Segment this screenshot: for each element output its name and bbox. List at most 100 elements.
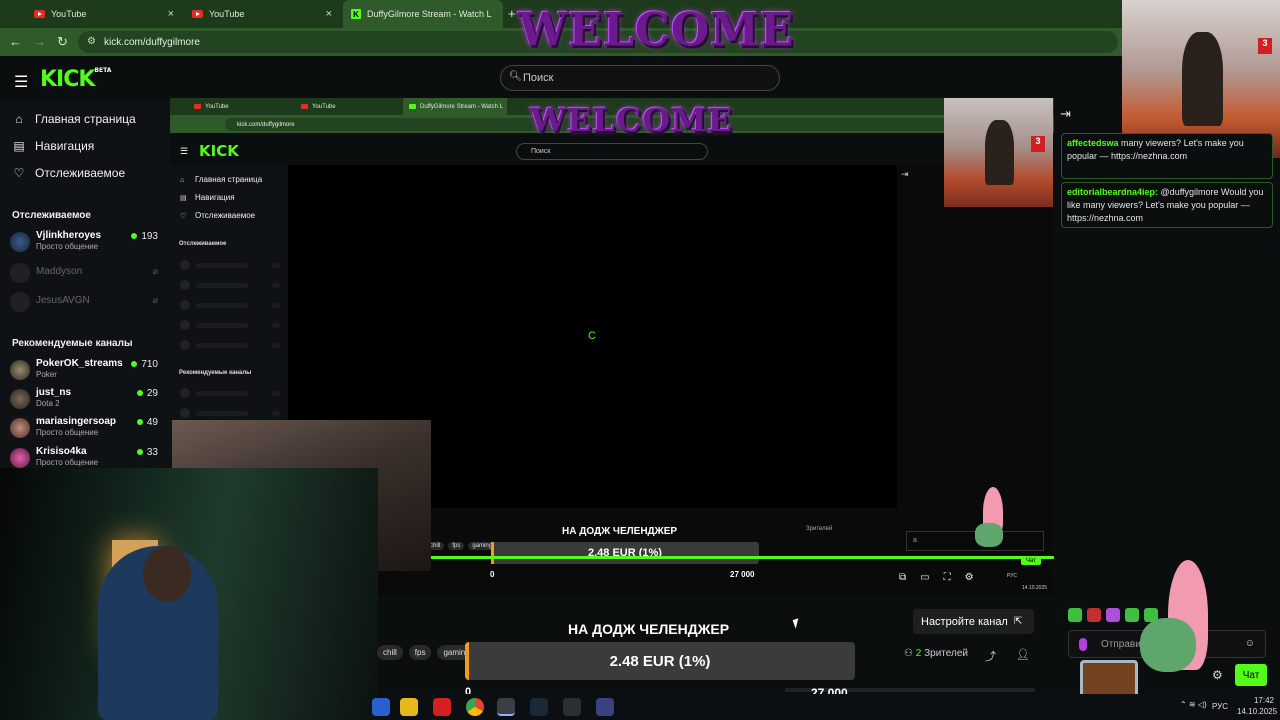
sidebar-item-browse[interactable]: ▤ Навигация (12, 139, 94, 153)
person-figure (985, 119, 1014, 186)
chrome-icon[interactable] (466, 698, 484, 716)
search-placeholder: Поиск (523, 72, 554, 84)
avatar (10, 232, 30, 252)
viewer-count: ⚇ 2 Зрителей (904, 648, 968, 659)
sidebar-item-following[interactable]: ♡ Отслеживаемое (12, 166, 126, 180)
channel-maddyson[interactable]: Maddyson ⌀ (10, 261, 162, 287)
inner-nav-label: Навигация (195, 193, 235, 202)
setup-channel-label: Настройте канал (921, 615, 1008, 628)
compass-icon: ▤ (13, 139, 25, 153)
close-tab-icon[interactable]: × (326, 8, 332, 20)
avatar (10, 448, 30, 468)
new-tab-button[interactable]: + (508, 6, 516, 21)
price-sign: 3 (1031, 136, 1045, 152)
inner-nav-label: Отслеживаемое (195, 211, 256, 220)
inner-tab: DuffyGilmore Stream - Watch L (403, 98, 507, 115)
inner-recommended-heading: Рекомендуемые каналы (179, 370, 252, 376)
tag-chill[interactable]: chill (377, 645, 403, 660)
system-clock[interactable]: 17:42 14.10.2025 (1237, 695, 1278, 717)
reload-button[interactable]: ↻ (57, 34, 68, 50)
channel-vjlinkheroyes[interactable]: Vjlinkheroyes Просто общение 193 (10, 230, 162, 256)
keyboard-language[interactable]: РУС (1212, 702, 1228, 711)
chat-username[interactable]: affectedswa (1067, 138, 1119, 148)
taskbar-app-icon[interactable] (433, 698, 451, 716)
theater-icon[interactable]: ▭ (920, 572, 929, 583)
sidebar-item-label: Главная страница (35, 112, 136, 126)
channel-mariasingersoap[interactable]: mariasingersoap Просто общение 49 (10, 416, 162, 442)
close-tab-icon[interactable]: × (168, 8, 174, 20)
channel-jesusavgn[interactable]: JesusAVGN ⌀ (10, 290, 162, 316)
inner-goal-min: 0 (490, 570, 495, 579)
sidebar-item-home[interactable]: ⌂ Главная страница (12, 112, 136, 126)
streamer-head (143, 546, 191, 602)
inner-viewers: Зрителей (806, 526, 833, 532)
tab-youtube-2[interactable]: YouTube × (184, 0, 340, 28)
steam-icon[interactable] (530, 698, 548, 716)
chat-username[interactable]: editorialbeardna4iep: (1067, 187, 1158, 197)
tray-chevron-icon[interactable]: ⌃ ≋ ◁) (1180, 700, 1207, 709)
youtube-icon (192, 10, 203, 18)
loading-spinner: C (588, 330, 596, 342)
forward-button[interactable]: → (33, 34, 46, 49)
home-icon: ⌂ (180, 177, 185, 184)
channel-pokerok-streams[interactable]: PokerOK_streams Poker 710 (10, 358, 162, 384)
youtube-icon (194, 104, 201, 109)
back-button[interactable]: ← (9, 34, 22, 49)
settings-icon[interactable]: ⚙ (965, 572, 974, 583)
tab-label: YouTube (51, 9, 87, 19)
sticker-fish (1140, 618, 1196, 672)
menu-icon[interactable]: ☰ (14, 72, 28, 92)
search-icon: 🔍︎ (509, 71, 522, 82)
inner-goal-max: 27 000 (730, 570, 755, 579)
inner-search: Поиск (516, 143, 708, 160)
taskbar-app-icon[interactable] (372, 698, 390, 716)
player-controls: ⧉ ▭ ⛶ ⚙ (899, 572, 974, 583)
inner-nav-item: ⌂ Главная страница (180, 175, 262, 184)
viewers-label: Зрителей (924, 648, 968, 659)
channel-name: Krisiso4ka (36, 446, 87, 457)
viewer-count: 710 (131, 359, 158, 370)
tag-fps[interactable]: fps (408, 645, 432, 660)
channel-category: Dota 2 (36, 399, 60, 408)
site-info-icon[interactable]: ⚙ (87, 36, 96, 47)
pip-icon[interactable]: ⧉ (899, 572, 906, 583)
tab-youtube-1[interactable]: YouTube × (26, 0, 182, 28)
emoji-icon[interactable]: ☺ (1245, 638, 1255, 649)
viewer-count: 49 (137, 417, 158, 428)
patrick-sticker-large (1080, 560, 1220, 710)
chat-message: editorialbeardna4iep: @duffygilmore Woul… (1061, 182, 1273, 228)
chat-send-button[interactable]: Чат (1235, 664, 1267, 686)
heart-icon: ♡ (180, 213, 187, 220)
inner-chat-button: Чат (1021, 557, 1041, 565)
search-input[interactable]: 🔍︎ Поиск (500, 65, 780, 91)
screen: YouTube × YouTube × K DuffyGilmore Strea… (0, 0, 1280, 720)
inner-tab-label: YouTube (312, 103, 336, 110)
follow-user-icon[interactable]: 👤︎ (1016, 648, 1030, 661)
tab-kick-stream[interactable]: K DuffyGilmore Stream - Watch L (343, 0, 503, 28)
skeleton-row (180, 320, 280, 330)
viewer-count: 193 (131, 231, 158, 242)
setup-channel-button[interactable]: Настройте канал ⇱ (913, 609, 1034, 634)
price-sign: 3 (1258, 38, 1272, 54)
chat-message: affectedswa many viewers? Let's make you… (1061, 133, 1273, 179)
channel-category: Просто общение (36, 428, 99, 437)
share-icon[interactable]: ⤴ (985, 648, 996, 664)
taskbar-app-icon[interactable] (400, 698, 418, 716)
channel-just-ns[interactable]: just_ns Dota 2 29 (10, 387, 162, 413)
inner-tab-label: DuffyGilmore Stream - Watch L (420, 103, 504, 110)
chat-collapse-icon[interactable]: ⇥ (1060, 106, 1071, 122)
url-text: kick.com/duffygilmore (104, 36, 200, 48)
viewer-count: 29 (137, 388, 158, 399)
compass-icon: ▤ (180, 195, 187, 202)
chrome-active-icon[interactable] (497, 698, 515, 716)
kick-logo[interactable]: KICKBETA (40, 67, 111, 92)
taskbar-app-icon[interactable] (563, 698, 581, 716)
tab-label: YouTube (209, 9, 245, 19)
inner-tab: YouTube (188, 98, 288, 115)
following-heading: Отслеживаемое (12, 210, 91, 221)
home-icon: ⌂ (15, 112, 23, 126)
fullscreen-icon[interactable]: ⛶ (944, 572, 951, 583)
clock-date: 14.10.2025 (1237, 707, 1278, 716)
obs-icon[interactable] (596, 698, 614, 716)
inner-tag: fps (448, 542, 465, 550)
